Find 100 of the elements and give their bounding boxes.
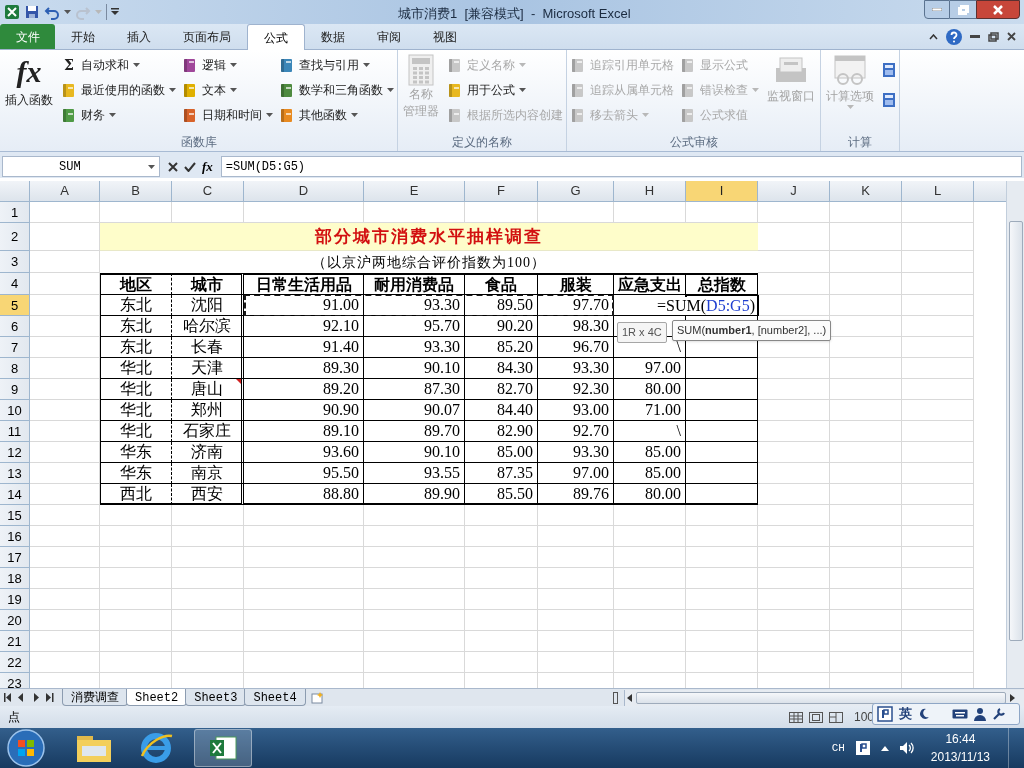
clock-date[interactable]: 2013/11/13 — [930, 748, 990, 766]
column-header[interactable]: F — [465, 181, 538, 201]
empty-cell[interactable] — [100, 610, 172, 631]
empty-cell[interactable] — [830, 400, 902, 421]
empty-cell[interactable] — [830, 463, 902, 484]
empty-cell[interactable] — [100, 547, 172, 568]
empty-cell[interactable] — [100, 505, 172, 526]
row-header[interactable]: 22 — [0, 652, 30, 673]
sheet-tab[interactable]: Sheet2 — [126, 689, 188, 706]
empty-cell[interactable] — [614, 652, 686, 673]
start-button-icon[interactable] — [6, 728, 46, 768]
empty-cell[interactable] — [364, 547, 465, 568]
column-header[interactable]: L — [902, 181, 974, 201]
row-header[interactable]: 13 — [0, 463, 30, 484]
sheet-tab[interactable]: Sheet4 — [244, 689, 306, 706]
empty-cell[interactable] — [100, 652, 172, 673]
empty-cell[interactable] — [830, 442, 902, 463]
row-header[interactable]: 5 — [0, 295, 30, 316]
column-header[interactable]: I — [686, 181, 758, 201]
user-icon[interactable] — [974, 707, 986, 721]
empty-cell[interactable] — [758, 568, 830, 589]
empty-cell[interactable] — [830, 589, 902, 610]
empty-cell[interactable] — [902, 442, 974, 463]
column-header[interactable]: B — [100, 181, 172, 201]
empty-cell[interactable] — [100, 589, 172, 610]
close-button[interactable] — [976, 0, 1020, 19]
row-header[interactable]: 3 — [0, 251, 30, 273]
formula-field[interactable]: =SUM(D5:G5) — [220, 156, 1022, 177]
empty-cell[interactable] — [758, 526, 830, 547]
empty-cell[interactable] — [758, 421, 830, 442]
empty-cell[interactable] — [686, 526, 758, 547]
empty-cell[interactable] — [830, 547, 902, 568]
undo-icon[interactable] — [44, 4, 60, 20]
empty-cell[interactable] — [902, 379, 974, 400]
empty-cell[interactable] — [758, 295, 830, 316]
empty-cell[interactable] — [614, 589, 686, 610]
ribbon-command[interactable]: 文本 — [182, 79, 273, 101]
row-header[interactable]: 9 — [0, 379, 30, 400]
ribbon-command[interactable]: 数学和三角函数 — [279, 79, 394, 101]
sheet-tab[interactable]: 消费调查 — [62, 689, 128, 706]
file-tab[interactable]: 文件 — [0, 24, 55, 49]
empty-cell[interactable] — [902, 337, 974, 358]
checkmark-icon[interactable] — [184, 161, 196, 172]
ribbon-command[interactable]: Σ 自动求和 — [61, 54, 176, 76]
empty-cell[interactable] — [830, 251, 902, 273]
ime-logo-icon[interactable] — [877, 706, 893, 722]
row-header[interactable]: 2 — [0, 223, 30, 251]
empty-cell[interactable] — [172, 631, 244, 652]
ribbon-tab[interactable]: 视图 — [417, 24, 473, 49]
empty-cell[interactable] — [465, 631, 538, 652]
empty-cell[interactable] — [830, 358, 902, 379]
cell-formula[interactable]: =SUM(D5:G5) — [657, 296, 755, 315]
ribbon-command[interactable]: 日期和时间 — [182, 104, 273, 126]
empty-cell[interactable] — [686, 505, 758, 526]
ribbon-tab[interactable]: 开始 — [55, 24, 111, 49]
empty-cell[interactable] — [465, 589, 538, 610]
empty-cell[interactable] — [465, 547, 538, 568]
empty-cell[interactable] — [758, 589, 830, 610]
empty-cell[interactable] — [902, 652, 974, 673]
minimize-icon[interactable] — [970, 35, 980, 38]
ribbon-tab[interactable]: 插入 — [111, 24, 167, 49]
calculator-icon[interactable] — [882, 92, 896, 108]
empty-cell[interactable] — [614, 568, 686, 589]
empty-cell[interactable] — [172, 505, 244, 526]
ribbon-command[interactable]: 查找与引用 — [279, 54, 394, 76]
vertical-scrollbar[interactable] — [1006, 181, 1024, 688]
empty-cell[interactable] — [244, 526, 364, 547]
empty-cell[interactable] — [830, 505, 902, 526]
column-header[interactable]: A — [30, 181, 100, 201]
volume-icon[interactable] — [898, 741, 915, 755]
empty-cell[interactable] — [758, 484, 830, 505]
empty-cell[interactable] — [172, 568, 244, 589]
empty-cell[interactable] — [465, 568, 538, 589]
empty-cell[interactable] — [614, 547, 686, 568]
empty-cell[interactable] — [830, 610, 902, 631]
empty-cell[interactable] — [830, 337, 902, 358]
show-hidden-icon[interactable] — [880, 745, 889, 751]
empty-cell[interactable] — [902, 463, 974, 484]
empty-cell[interactable] — [172, 589, 244, 610]
empty-cell[interactable] — [364, 526, 465, 547]
empty-cell[interactable] — [758, 273, 830, 295]
empty-cell[interactable] — [758, 463, 830, 484]
empty-cell[interactable] — [364, 568, 465, 589]
ribbon-command[interactable]: 财务 — [61, 104, 176, 126]
help-icon[interactable] — [946, 28, 962, 45]
empty-cell[interactable] — [538, 610, 614, 631]
empty-cell[interactable] — [465, 610, 538, 631]
empty-cell[interactable] — [538, 589, 614, 610]
empty-cell[interactable] — [244, 589, 364, 610]
empty-cell[interactable] — [902, 223, 974, 251]
column-header[interactable]: J — [758, 181, 830, 201]
row-header[interactable]: 19 — [0, 589, 30, 610]
empty-cell[interactable] — [830, 379, 902, 400]
row-header[interactable]: 17 — [0, 547, 30, 568]
empty-cell[interactable] — [364, 652, 465, 673]
empty-cell[interactable] — [902, 484, 974, 505]
column-header[interactable]: D — [244, 181, 364, 201]
empty-cell[interactable] — [172, 547, 244, 568]
row-header[interactable]: 15 — [0, 505, 30, 526]
ime-logo-icon[interactable] — [854, 740, 871, 756]
